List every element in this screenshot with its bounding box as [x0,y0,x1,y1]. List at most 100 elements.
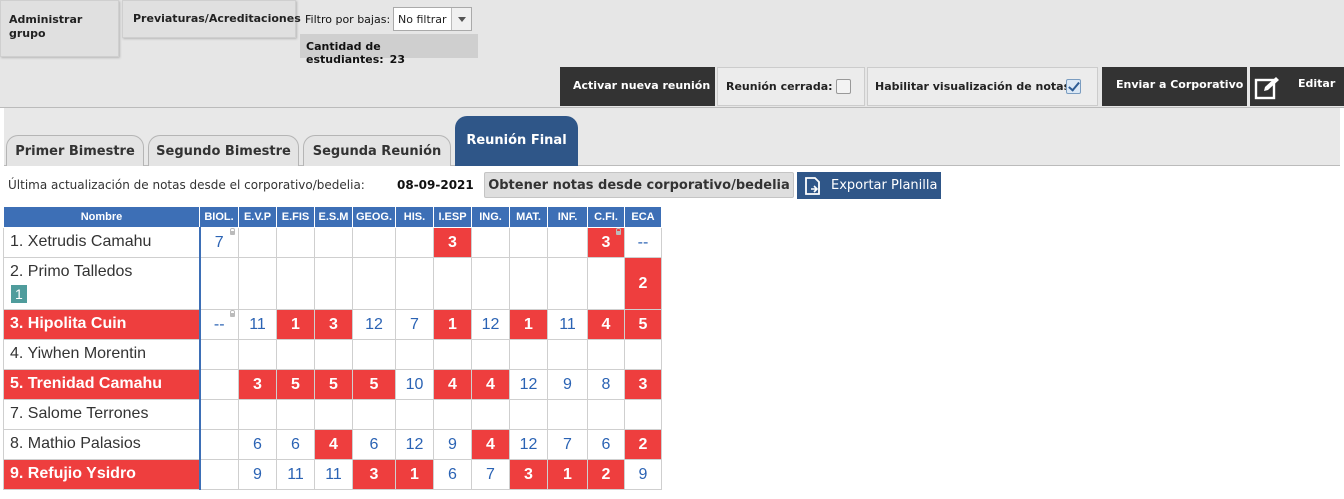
grade-cell[interactable]: 4 [433,369,472,400]
grade-cell[interactable]: 4 [587,309,625,340]
grade-cell[interactable] [547,399,588,430]
grade-cell[interactable]: 7 [547,429,588,460]
grade-cell[interactable]: 11 [276,459,315,490]
grade-cell[interactable] [433,399,472,430]
student-name-cell[interactable]: 7. Salome Terrones [3,399,201,430]
grade-cell[interactable] [471,339,510,370]
grade-cell[interactable]: 2 [624,429,662,460]
grade-cell[interactable] [314,227,353,258]
fetch-grades-button[interactable]: Obtener notas desde corporativo/bedelia [484,172,794,198]
grade-cell[interactable] [276,399,315,430]
grade-cell[interactable]: 6 [587,429,625,460]
student-name-cell[interactable]: 4. Yiwhen Morentin [3,339,201,370]
grade-cell[interactable]: 12 [509,369,548,400]
edit-button[interactable]: Editar [1250,67,1344,106]
grade-cell[interactable] [395,339,434,370]
grade-cell[interactable]: 1 [433,309,472,340]
grade-cell[interactable] [587,339,625,370]
grade-cell[interactable] [238,339,277,370]
grade-cell[interactable] [547,227,588,258]
grade-cell[interactable]: 8 [587,369,625,400]
activate-meeting-button[interactable]: Activar nueva reunión [560,67,715,106]
grade-cell[interactable] [352,339,396,370]
grade-cell[interactable]: 1 [547,459,588,490]
grade-cell[interactable]: 3 [314,309,353,340]
grade-cell[interactable]: 10 [395,369,434,400]
grade-cell[interactable]: 6 [238,429,277,460]
grade-cell[interactable] [238,399,277,430]
grade-cell[interactable]: 3 [587,227,625,258]
grade-cell[interactable] [587,257,625,310]
grade-cell[interactable]: 9 [547,369,588,400]
grade-cell[interactable]: 7 [471,459,510,490]
student-name-cell[interactable]: 9. Refujio Ysidro [3,459,201,490]
grade-cell[interactable]: 5 [276,369,315,400]
chevron-down-icon[interactable] [451,8,471,30]
grade-cell[interactable]: 9 [624,459,662,490]
grade-cell[interactable]: 2 [624,257,662,310]
enable-grades-checkbox[interactable] [1066,79,1081,94]
grade-cell[interactable] [314,339,353,370]
grade-cell[interactable]: 11 [547,309,588,340]
student-name-cell[interactable]: 1. Xetrudis Camahu [3,227,201,258]
grade-cell[interactable] [471,257,510,310]
grade-cell[interactable] [276,339,315,370]
grade-cell[interactable]: 3 [509,459,548,490]
grade-cell[interactable]: 3 [238,369,277,400]
send-corporate-button[interactable]: Enviar a Corporativo [1102,67,1247,106]
grade-cell[interactable]: 7 [199,227,239,258]
grade-cell[interactable]: 11 [238,309,277,340]
grade-cell[interactable]: 1 [395,459,434,490]
grade-cell[interactable] [624,339,662,370]
grade-cell[interactable]: 9 [433,429,472,460]
grade-cell[interactable] [352,227,396,258]
export-sheet-button[interactable]: Exportar Planilla [797,172,941,199]
grade-cell[interactable] [587,399,625,430]
grade-cell[interactable] [624,399,662,430]
grade-cell[interactable]: 12 [509,429,548,460]
tab-segunda-reunion[interactable]: Segunda Reunión [303,135,451,166]
grade-cell[interactable] [199,399,239,430]
grade-cell[interactable]: 12 [471,309,510,340]
grade-cell[interactable] [509,257,548,310]
grade-cell[interactable] [199,459,239,490]
grade-cell[interactable]: 1 [276,309,315,340]
grade-cell[interactable]: 6 [276,429,315,460]
grade-cell[interactable] [276,257,315,310]
filter-select[interactable]: No filtrar [393,7,472,31]
grade-cell[interactable] [547,257,588,310]
grade-cell[interactable] [199,369,239,400]
grade-cell[interactable] [471,399,510,430]
grade-cell[interactable] [199,429,239,460]
grade-cell[interactable] [352,399,396,430]
grade-cell[interactable] [509,339,548,370]
tab-reunion-final[interactable]: Reunión Final [455,116,578,166]
grade-cell[interactable]: -- [199,309,239,340]
grade-cell[interactable]: 4 [471,369,510,400]
tab-segundo-bimestre[interactable]: Segundo Bimestre [148,135,299,166]
grade-cell[interactable] [199,257,239,310]
grade-cell[interactable] [471,227,510,258]
grade-cell[interactable] [433,339,472,370]
grade-cell[interactable] [238,257,277,310]
grade-cell[interactable]: 1 [509,309,548,340]
grade-cell[interactable]: 4 [314,429,353,460]
grade-cell[interactable]: 9 [238,459,277,490]
grade-cell[interactable]: 12 [395,429,434,460]
grade-cell[interactable]: 5 [624,309,662,340]
closed-meeting-checkbox[interactable] [836,79,851,94]
grade-cell[interactable]: 6 [433,459,472,490]
grade-cell[interactable]: 11 [314,459,353,490]
grade-cell[interactable] [509,399,548,430]
admin-group-button[interactable]: Administrar grupo [0,0,119,57]
grade-cell[interactable]: 3 [433,227,472,258]
grade-cell[interactable]: 7 [395,309,434,340]
grade-cell[interactable] [276,227,315,258]
student-name-cell[interactable]: 2. Primo Talledos 1 [3,257,201,310]
grade-cell[interactable]: 12 [352,309,396,340]
grade-cell[interactable] [395,227,434,258]
grade-cell[interactable] [433,257,472,310]
grade-cell[interactable]: 3 [352,459,396,490]
grade-cell[interactable]: 5 [352,369,396,400]
grade-cell[interactable] [314,399,353,430]
